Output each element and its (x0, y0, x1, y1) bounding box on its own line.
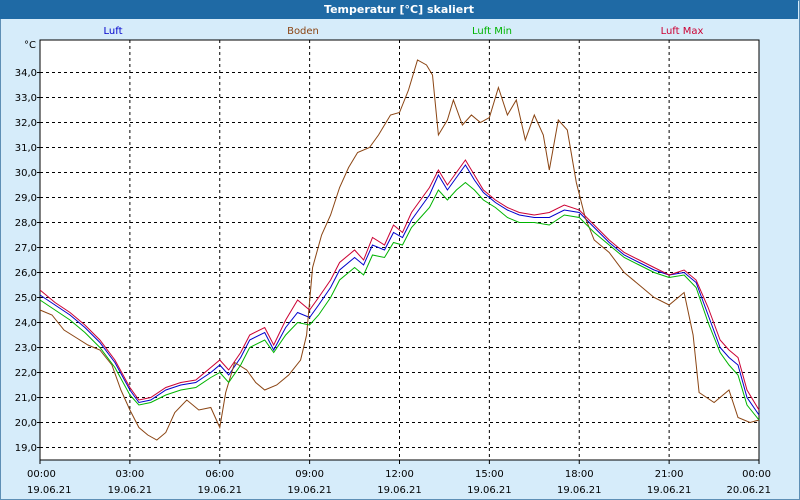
y-tick-label: 27,0 (15, 243, 37, 254)
x-tick-date-label: 19.06.21 (647, 485, 692, 496)
legend-item-luft: Luft (104, 26, 123, 37)
legend-item-luft-min: Luft Min (472, 26, 512, 37)
x-tick-time-label: 21:00 (655, 469, 684, 480)
legend-item-luft-max: Luft Max (661, 26, 704, 37)
y-tick-label: 25,0 (15, 293, 37, 304)
y-tick-label: 26,0 (15, 268, 37, 279)
x-tick-time-label: 06:00 (205, 469, 234, 480)
legend: Luft Boden Luft Min Luft Max (104, 26, 704, 37)
x-tick-time-label: 00:00 (742, 469, 771, 480)
y-tick-label: 34,0 (15, 68, 37, 79)
x-tick-time-label: 00:00 (27, 469, 56, 480)
x-tick-time-label: 03:00 (115, 469, 144, 480)
y-axis-label: °C (24, 40, 36, 51)
x-axis-ticks: 00:00 19.06.21 03:00 19.06.21 06:00 19.06.21 0… (27, 460, 771, 496)
x-tick-date-label: 19.06.21 (197, 485, 242, 496)
x-tick-time-label: 12:00 (385, 469, 414, 480)
y-tick-label: 33,0 (15, 93, 37, 104)
x-tick-date-label: 19.06.21 (108, 485, 153, 496)
x-tick-date-label: 19.06.21 (377, 485, 422, 496)
y-tick-label: 22,0 (15, 368, 37, 379)
y-tick-label: 24,0 (15, 318, 37, 329)
y-tick-label: 20,0 (15, 418, 37, 429)
y-tick-label: 19,0 (15, 443, 37, 454)
y-axis-ticks: 19,0 20,0 21,0 22,0 23,0 24,0 25,0 26,0 27,0 28,0… (15, 68, 40, 454)
y-tick-label: 31,0 (15, 143, 37, 154)
y-tick-label: 23,0 (15, 343, 37, 354)
x-tick-date-label: 19.06.21 (557, 485, 602, 496)
y-tick-label: 32,0 (15, 118, 37, 129)
legend-item-boden: Boden (287, 26, 319, 37)
y-tick-label: 21,0 (15, 393, 37, 404)
x-tick-time-label: 09:00 (295, 469, 324, 480)
y-tick-label: 29,0 (15, 193, 37, 204)
x-tick-time-label: 15:00 (475, 469, 504, 480)
x-tick-time-label: 18:00 (565, 469, 594, 480)
x-tick-date-label: 20.06.21 (726, 485, 771, 496)
y-tick-label: 28,0 (15, 218, 37, 229)
x-tick-date-label: 19.06.21 (27, 485, 72, 496)
temperature-chart: Luft Boden Luft Min Luft Max °C 19,0 20,0 21,… (15, 26, 771, 496)
y-tick-label: 30,0 (15, 168, 37, 179)
x-tick-date-label: 19.06.21 (287, 485, 332, 496)
x-tick-date-label: 19.06.21 (467, 485, 512, 496)
